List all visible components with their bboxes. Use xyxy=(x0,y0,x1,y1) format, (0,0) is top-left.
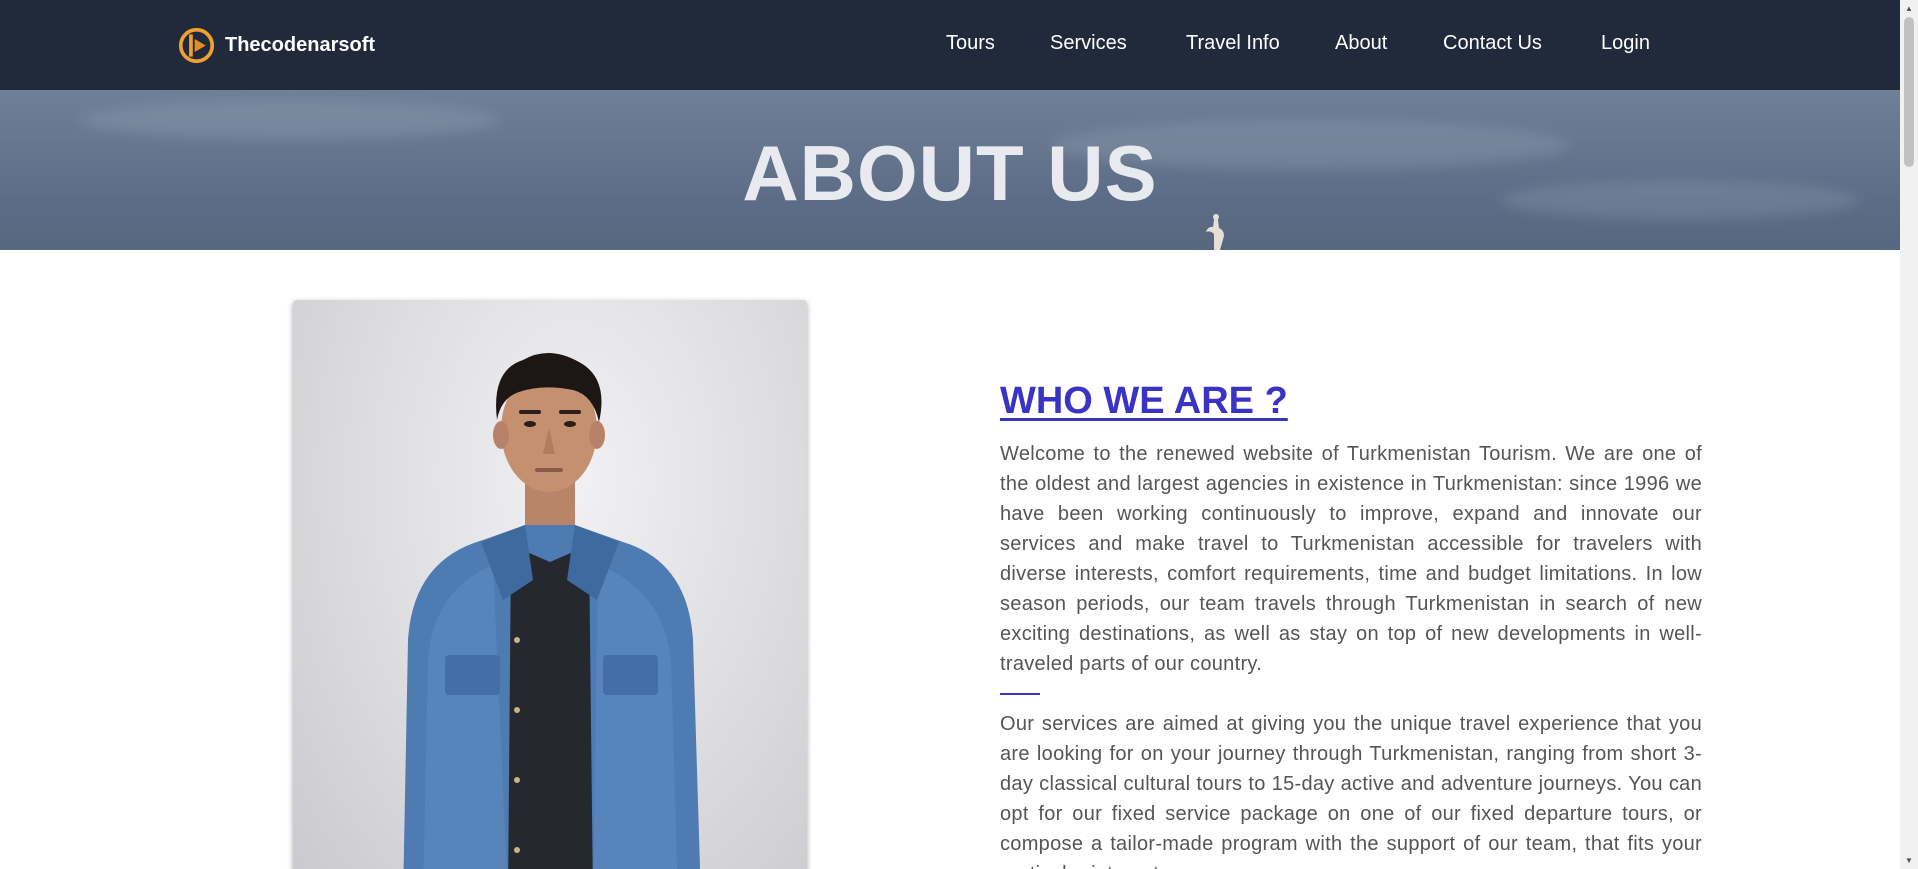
team-member-photo xyxy=(293,300,807,869)
nav-link-login[interactable]: Login xyxy=(1601,32,1650,55)
nav-link-tours[interactable]: Tours xyxy=(946,32,995,55)
about-text-section: WHO WE ARE ? Welcome to the renewed webs… xyxy=(1000,380,1702,869)
statue-silhouette xyxy=(1206,214,1224,250)
page-viewport: Thecodenarsoft Tours Services Travel Inf… xyxy=(0,0,1900,869)
section-divider xyxy=(1000,693,1040,695)
triangle-down-icon[interactable]: ▼ xyxy=(1900,852,1918,869)
page-title: ABOUT US xyxy=(742,129,1158,217)
person-portrait-image xyxy=(403,352,701,869)
nav-link-contact-us[interactable]: Contact Us xyxy=(1443,32,1542,55)
about-paragraph-1: Welcome to the renewed website of Turkme… xyxy=(1000,443,1702,675)
brand-home-link[interactable]: Thecodenarsoft xyxy=(178,26,375,64)
nav-link-about[interactable]: About xyxy=(1335,32,1387,55)
brand-logo-icon xyxy=(178,27,215,63)
scrollbar-thumb[interactable] xyxy=(1904,17,1914,167)
nav-link-services[interactable]: Services xyxy=(1050,32,1127,55)
brand-name: Thecodenarsoft xyxy=(225,33,376,56)
about-paragraph-2: Our services are aimed at giving you the… xyxy=(1000,713,1702,869)
triangle-up-icon[interactable]: ▲ xyxy=(1900,0,1918,17)
hero-banner: ABOUT US xyxy=(0,90,1900,250)
nav-link-travel-info[interactable]: Travel Info xyxy=(1186,32,1280,55)
who-we-are-heading: WHO WE ARE ? xyxy=(1000,380,1288,422)
top-navbar: Thecodenarsoft Tours Services Travel Inf… xyxy=(0,0,1900,90)
vertical-scrollbar[interactable]: ▲ ▼ xyxy=(1900,0,1918,869)
